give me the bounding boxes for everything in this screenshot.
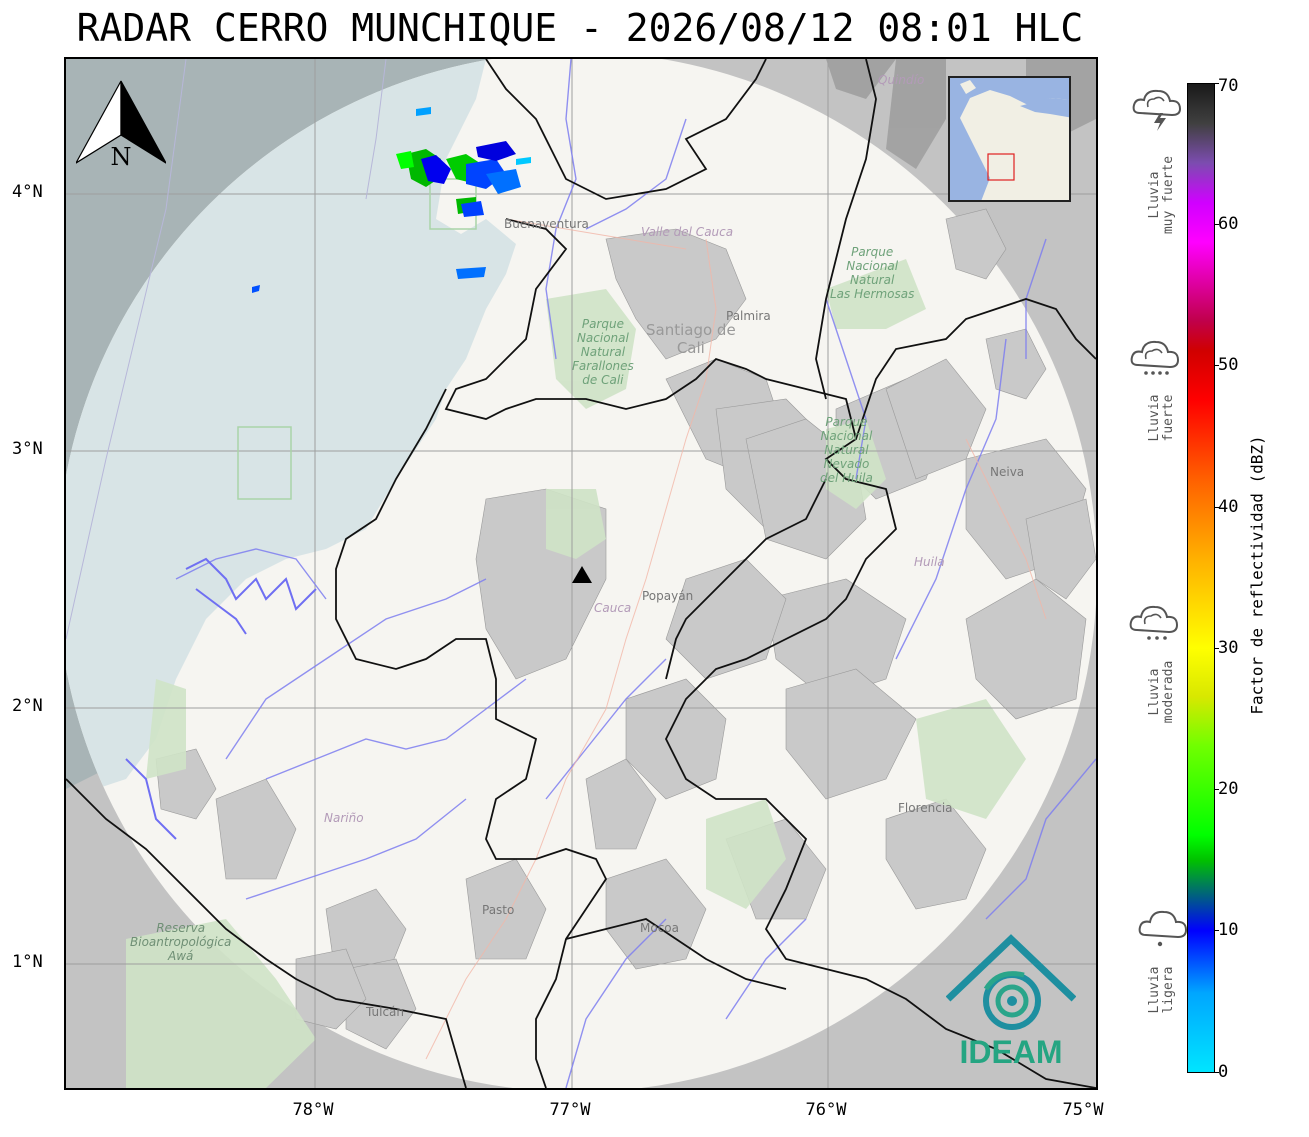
label-pnn-huila: Parque Nacional Natural Nevado del Huila [820, 415, 873, 485]
lon-label-77w: 77°W [549, 1100, 591, 1120]
logo-text: IDEAM [959, 1034, 1062, 1069]
label-pasto: Pasto [482, 903, 515, 917]
colorbar-tick-10: 10 [1218, 920, 1239, 940]
colorbar-tick-0: 0 [1218, 1062, 1229, 1082]
lon-label-75w: 75°W [1062, 1100, 1104, 1120]
rain-label-very-heavy: Lluvia muy fuerte [1147, 155, 1176, 235]
colorbar-label: Factor de reflectividad (dBZ) [1247, 435, 1267, 715]
storm-cloud-icon [1132, 89, 1182, 131]
north-arrow-icon: N [76, 79, 166, 171]
lat-label-3n: 3°N [12, 439, 43, 459]
colorbar-tick-20: 20 [1218, 779, 1239, 799]
lon-label-76w: 76°W [805, 1100, 847, 1120]
light-rain-cloud-icon [1138, 910, 1188, 947]
colorbar-tick-50: 50 [1218, 355, 1239, 375]
label-quindio: Quindío [878, 73, 925, 87]
heavy-rain-cloud-icon [1130, 340, 1180, 375]
label-valle: Valle del Cauca [641, 225, 734, 239]
label-reserva-awa: Reserva Bioantropológica Awá [130, 921, 232, 963]
label-cali: Santiago de Cali [646, 321, 736, 357]
label-neiva: Neiva [990, 465, 1025, 479]
colorbar-tick-30: 30 [1218, 638, 1239, 658]
moderate-rain-cloud-icon [1129, 605, 1179, 640]
locator-inset-map [948, 76, 1071, 202]
rain-label-moderate: Lluvia moderada [1147, 660, 1176, 724]
label-palmira: Palmira [726, 309, 771, 323]
label-florencia: Florencia [898, 801, 953, 815]
colorbar-tick-40: 40 [1218, 497, 1239, 517]
label-cauca: Cauca [594, 601, 632, 615]
label-mocoa: Mocoa [640, 921, 679, 935]
label-pnn-farallones: Parque Nacional Natural Farallones de Ca… [572, 317, 634, 387]
radar-map[interactable]: Buenaventura Valle del Cauca Parque Naci… [64, 57, 1098, 1090]
label-narino: Nariño [324, 811, 364, 825]
rain-label-heavy: Lluvia fuerte [1147, 394, 1176, 442]
lat-label-4n: 4°N [12, 182, 43, 202]
label-pnn-hermosas: Parque Nacional Natural Las Hermosas [830, 245, 915, 301]
lat-label-2n: 2°N [12, 696, 43, 716]
label-tulcan: Tulcán [366, 1005, 405, 1019]
lon-label-78w: 78°W [292, 1100, 334, 1120]
rain-label-light: Lluvia ligera [1147, 966, 1176, 1014]
ideam-logo: IDEAM [946, 929, 1076, 1069]
label-popayan: Popayán [642, 589, 694, 603]
label-buenaventura: Buenaventura [504, 217, 589, 231]
north-label: N [111, 143, 132, 171]
colorbar-tick-70: 70 [1218, 76, 1239, 96]
map-title: RADAR CERRO MUNCHIQUE - 2026/08/12 08:01… [76, 6, 1084, 50]
colorbar-tick-60: 60 [1218, 214, 1239, 234]
label-huila: Huila [914, 555, 945, 569]
lat-label-1n: 1°N [12, 952, 43, 972]
